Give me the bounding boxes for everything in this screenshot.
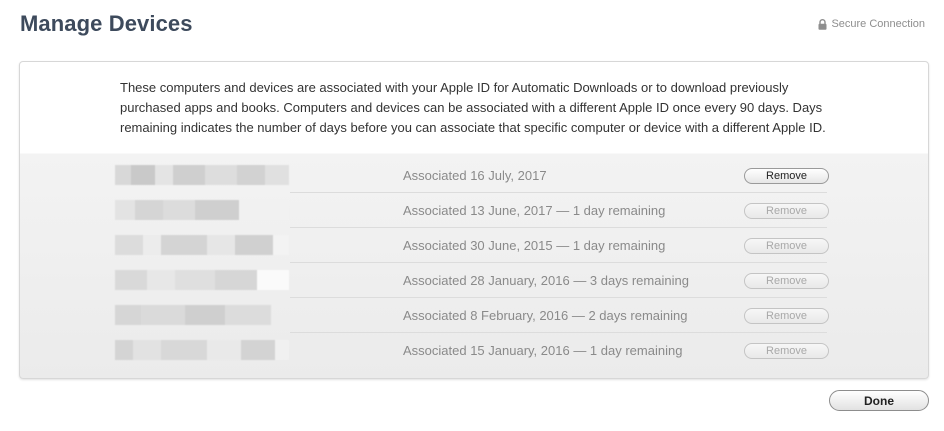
secure-connection: Secure Connection: [818, 18, 925, 30]
remove-button[interactable]: Remove: [744, 168, 829, 184]
device-row: Associated 30 June, 2015 — 1 day remaini…: [20, 228, 928, 263]
device-status: Associated 15 January, 2016 — 1 day rema…: [403, 343, 683, 358]
device-name-redacted: [115, 165, 289, 185]
device-row: Associated 16 July, 2017 Remove: [20, 158, 928, 193]
device-status: Associated 16 July, 2017: [403, 168, 547, 183]
secure-connection-label: Secure Connection: [831, 18, 925, 30]
remove-button[interactable]: Remove: [744, 273, 829, 289]
devices-panel: These computers and devices are associat…: [19, 61, 929, 379]
remove-button[interactable]: Remove: [744, 343, 829, 359]
device-status: Associated 28 January, 2016 — 3 days rem…: [403, 273, 689, 288]
device-name-redacted: [115, 340, 289, 360]
device-status: Associated 30 June, 2015 — 1 day remaini…: [403, 238, 666, 253]
intro-text: These computers and devices are associat…: [120, 80, 826, 135]
lock-icon: [818, 18, 827, 30]
device-row: Associated 8 February, 2016 — 2 days rem…: [20, 298, 928, 333]
device-status: Associated 8 February, 2016 — 2 days rem…: [403, 308, 688, 323]
device-name-redacted: [115, 200, 289, 220]
page-title: Manage Devices: [20, 11, 193, 36]
device-row: Associated 13 June, 2017 — 1 day remaini…: [20, 193, 928, 228]
remove-button[interactable]: Remove: [744, 238, 829, 254]
device-list: Associated 16 July, 2017 Remove Associat…: [20, 158, 928, 368]
device-name-redacted: [115, 270, 289, 290]
device-name-redacted: [115, 305, 271, 325]
device-row: Associated 28 January, 2016 — 3 days rem…: [20, 263, 928, 298]
device-row: Associated 15 January, 2016 — 1 day rema…: [20, 333, 928, 368]
device-status: Associated 13 June, 2017 — 1 day remaini…: [403, 203, 666, 218]
done-button[interactable]: Done: [829, 390, 929, 411]
remove-button[interactable]: Remove: [744, 308, 829, 324]
device-name-redacted: [115, 235, 289, 255]
remove-button[interactable]: Remove: [744, 203, 829, 219]
